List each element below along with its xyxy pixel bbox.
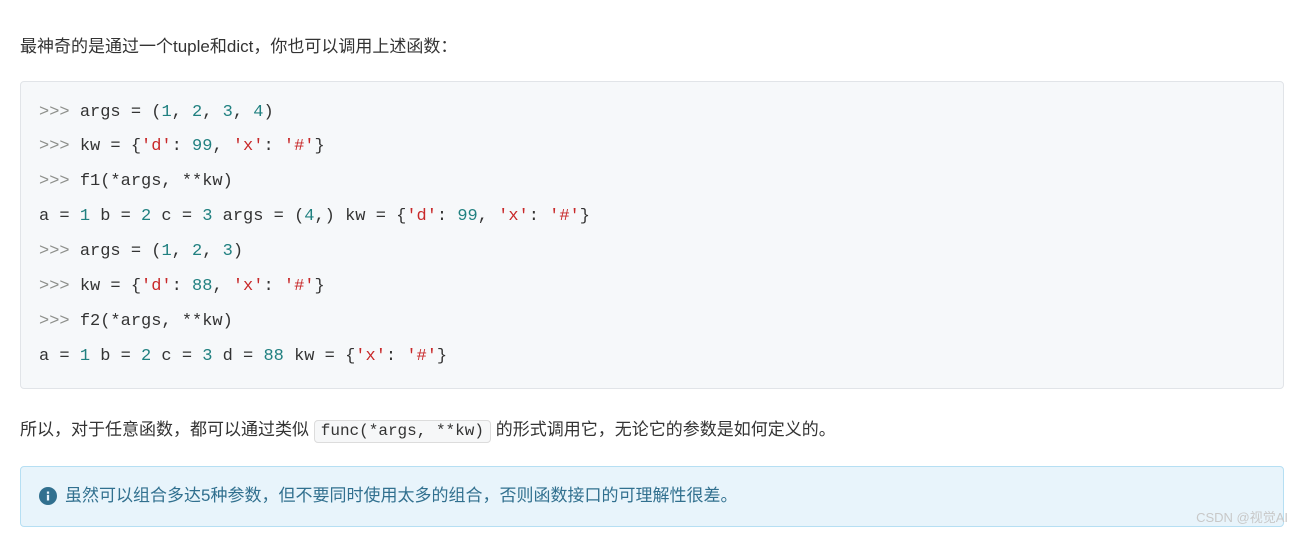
code-token: ) <box>263 103 273 122</box>
code-token: 1 <box>161 242 171 261</box>
code-token: '#' <box>406 347 437 366</box>
code-block: >>> args = (1, 2, 3, 4) >>> kw = {'d': 9… <box>20 81 1284 390</box>
code-token: ,) kw = { <box>314 207 406 226</box>
code-token: ) <box>233 242 243 261</box>
code-token: 3 <box>202 207 212 226</box>
code-token: a = <box>39 207 80 226</box>
code-token: 2 <box>192 103 202 122</box>
code-token: 1 <box>80 347 90 366</box>
conclusion-paragraph: 所以，对于任意函数，都可以通过类似 func(*args, **kw) 的形式调… <box>20 415 1284 446</box>
code-token: 3 <box>223 242 233 261</box>
code-token: 'x' <box>355 347 386 366</box>
code-token: 'x' <box>233 137 264 156</box>
code-token: f2(*args, **kw) <box>80 312 233 331</box>
code-token: , <box>233 103 253 122</box>
code-token: } <box>437 347 447 366</box>
code-token: c = <box>151 347 202 366</box>
code-token: '#' <box>284 137 315 156</box>
code-token: , <box>212 277 232 296</box>
code-token: , <box>202 242 222 261</box>
alert-text: 虽然可以组合多达5种参数，但不要同时使用太多的组合，否则函数接口的可理解性很差。 <box>65 481 737 512</box>
code-token: 1 <box>161 103 171 122</box>
code-token: 99 <box>192 137 212 156</box>
code-token: : <box>172 137 192 156</box>
code-token: 'x' <box>233 277 264 296</box>
code-token: 2 <box>192 242 202 261</box>
code-token: args = ( <box>212 207 304 226</box>
code-token: kw = { <box>80 277 141 296</box>
code-token: : <box>386 347 406 366</box>
code-token: 'x' <box>498 207 529 226</box>
info-icon <box>39 487 57 505</box>
code-token: >>> <box>39 137 80 156</box>
code-token: , <box>478 207 498 226</box>
code-token: b = <box>90 207 141 226</box>
info-alert: 虽然可以组合多达5种参数，但不要同时使用太多的组合，否则函数接口的可理解性很差。 <box>20 466 1284 527</box>
code-token: >>> <box>39 242 80 261</box>
code-token: 2 <box>141 207 151 226</box>
code-token: : <box>437 207 457 226</box>
code-token: kw = { <box>284 347 355 366</box>
code-token: c = <box>151 207 202 226</box>
code-token: kw = { <box>80 137 141 156</box>
code-token: : <box>172 277 192 296</box>
code-token: 4 <box>304 207 314 226</box>
code-token: } <box>314 137 324 156</box>
code-token: '#' <box>284 277 315 296</box>
code-token: 3 <box>223 103 233 122</box>
code-token: } <box>580 207 590 226</box>
code-token: >>> <box>39 277 80 296</box>
code-token: 1 <box>80 207 90 226</box>
code-token: 88 <box>192 277 212 296</box>
code-token: args = ( <box>80 103 162 122</box>
code-token: , <box>172 103 192 122</box>
code-token: 'd' <box>406 207 437 226</box>
code-token: , <box>172 242 192 261</box>
code-token: >>> <box>39 172 80 191</box>
conclusion-after: 的形式调用它，无论它的参数是如何定义的。 <box>491 420 836 439</box>
code-token: : <box>263 137 283 156</box>
code-token: args = ( <box>80 242 162 261</box>
code-token: 3 <box>202 347 212 366</box>
code-token: , <box>202 103 222 122</box>
code-token: >>> <box>39 103 80 122</box>
code-token: 88 <box>263 347 283 366</box>
code-token: >>> <box>39 312 80 331</box>
code-token: '#' <box>549 207 580 226</box>
code-token: : <box>529 207 549 226</box>
code-token: f1(*args, **kw) <box>80 172 233 191</box>
code-token: 2 <box>141 347 151 366</box>
code-token: b = <box>90 347 141 366</box>
code-token: 99 <box>457 207 477 226</box>
code-token: , <box>212 137 232 156</box>
code-token: 'd' <box>141 137 172 156</box>
inline-code: func(*args, **kw) <box>314 420 491 443</box>
intro-paragraph: 最神奇的是通过一个tuple和dict，你也可以调用上述函数： <box>20 32 1284 63</box>
conclusion-before: 所以，对于任意函数，都可以通过类似 <box>20 420 314 439</box>
code-token: a = <box>39 347 80 366</box>
code-token: 4 <box>253 103 263 122</box>
code-token: : <box>263 277 283 296</box>
code-token: 'd' <box>141 277 172 296</box>
code-token: } <box>314 277 324 296</box>
code-token: d = <box>212 347 263 366</box>
